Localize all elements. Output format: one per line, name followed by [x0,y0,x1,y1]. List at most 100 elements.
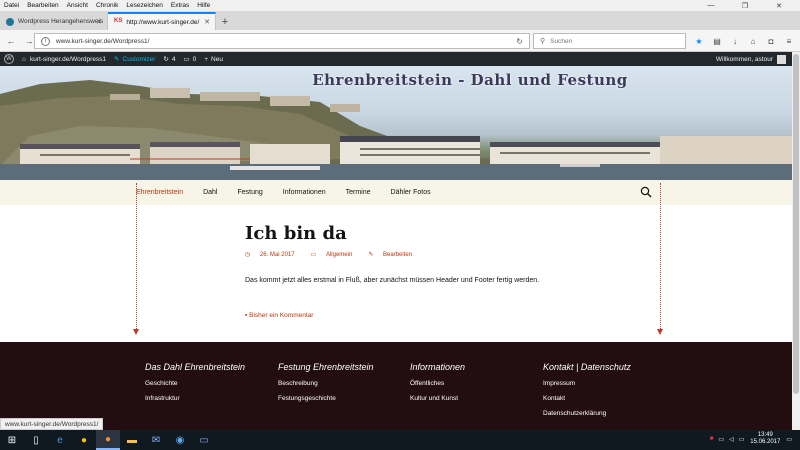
nav-item-festung[interactable]: Festung [238,189,263,196]
post-title[interactable]: Ich bin da [245,223,347,244]
footer-heading: Das Dahl Ehrenbreitstein [145,362,246,372]
tab-kurt-singer[interactable]: KS http://www.kurt-singer.de/ ✕ [108,12,216,30]
clock[interactable]: 13:49 15.06.2017 [750,432,780,446]
chrome-icon[interactable]: ● [72,430,96,450]
wordpress-logo-icon[interactable]: W [4,54,14,64]
file-explorer-icon[interactable]: ▬ [120,430,144,450]
pocket-icon[interactable]: ◘ [762,34,780,48]
app-icon[interactable]: ◉ [168,430,192,450]
footer-link-oeffentliches[interactable]: Öffentliches [410,380,465,387]
comments-link[interactable]: ▭ 0 [183,55,197,64]
comments-count: 0 [192,55,197,63]
new-tab-button[interactable]: + [216,13,234,30]
info-icon[interactable]: i [41,36,50,46]
wordpress-icon [6,17,14,26]
bookmark-star-icon[interactable]: ★ [690,34,708,48]
status-url-tooltip: www.kurt-singer.de/Wordpress1/ [0,418,104,430]
firefox-icon[interactable]: ● [96,430,120,450]
menu-lesezeichen[interactable]: Lesezeichen [126,2,163,9]
scrollbar-thumb[interactable] [793,54,799,394]
menu-datei[interactable]: Datei [4,2,19,9]
folder-icon: ▭ [310,252,318,258]
window-controls: — ❐ ✕ [698,0,800,11]
footer-link-beschreibung[interactable]: Beschreibung [278,380,374,387]
comments-link[interactable]: ▪ Bisher ein Kommentar [245,312,313,319]
updates-link[interactable]: ↻ 4 [163,55,175,64]
annotation-arrow-right [660,183,661,333]
footer-column-kontakt: Kontakt | Datenschutz Impressum Kontakt … [543,362,631,425]
minimize-icon[interactable]: — [698,0,724,11]
site-header[interactable]: Ehrenbreitstein - Dahl und Festung [0,66,792,180]
nav-item-dahler-fotos[interactable]: Dähler Fotos [391,189,431,196]
post-date-link[interactable]: ◷ 26. Mai 2017 [245,251,303,258]
menu-hilfe[interactable]: Hilfe [197,2,210,9]
download-icon[interactable]: ↓ [726,34,744,48]
edit-link[interactable]: ✎ Bearbeiten [368,251,420,258]
post-excerpt: Das kommt jetzt alles erstmal in Fluß, a… [245,277,540,284]
close-tab-icon[interactable]: ✕ [96,18,102,26]
back-icon[interactable]: ← [4,34,18,48]
search-icon[interactable] [640,186,652,198]
maximize-icon[interactable]: ❐ [732,0,758,11]
nav-item-termine[interactable]: Termine [346,189,371,196]
clock-time: 13:49 [757,432,773,438]
new-content-link[interactable]: + Neu [204,56,223,63]
site-name-link[interactable]: ⌂ kurt-singer.de/Wordpress1 [22,56,106,63]
clipboard-icon[interactable]: ▤ [708,34,726,48]
edge-icon[interactable]: e [48,430,72,450]
tab-label: Wordpress Herangehensweis [18,18,104,25]
customizer-link[interactable]: ✎ Customizer [114,55,156,64]
network-icon[interactable]: ▭ [718,436,724,443]
close-tab-icon[interactable]: ✕ [204,18,210,26]
customizer-label: Customizer [122,55,156,63]
windows-start-icon[interactable]: ⊞ [0,430,24,450]
category-link[interactable]: ▭ Allgemein [311,251,361,258]
clock-date: 15.06.2017 [750,439,781,445]
welcome-text: Willkommen, astour [715,55,773,63]
nav-item-dahl[interactable]: Dahl [203,189,217,196]
url-text: www.kurt-singer.de/Wordpress1/ [56,37,150,45]
clock-icon: ◷ [245,252,252,258]
footer-link-infrastruktur[interactable]: Infrastruktur [145,395,245,402]
url-bar[interactable]: i www.kurt-singer.de/Wordpress1/ ↻ [34,33,530,49]
pencil-icon: ✎ [368,252,376,258]
tab-wordpress[interactable]: Wordpress Herangehensweis ✕ [0,13,108,30]
outlook-icon[interactable]: ✉ [144,430,168,450]
menu-chronik[interactable]: Chronik [96,2,118,9]
volume-icon[interactable]: ◁ [729,436,734,443]
footer-link-kontakt[interactable]: Kontakt [543,395,631,402]
home-icon[interactable]: ⌂ [744,34,762,48]
footer-column-festung: Festung Ehrenbreitstein Beschreibung Fes… [278,362,374,410]
post-meta: ◷ 26. Mai 2017 ▭ Allgemein ✎ Bearbeiten [245,251,428,258]
keyboard-icon[interactable]: ▭ [739,436,745,443]
nav-item-ehrenbreitstein[interactable]: Ehrenbreitstein [136,189,183,196]
page-scrollbar[interactable] [792,52,800,430]
footer-link-geschichte[interactable]: Geschichte [145,380,245,387]
account-menu[interactable]: Willkommen, astour [715,54,786,64]
nav-item-informationen[interactable]: Informationen [283,189,326,196]
site-footer: Das Dahl Ehrenbreitstein Geschichte Infr… [0,342,792,430]
menu-ansicht[interactable]: Ansicht [67,2,88,9]
footer-link-kultur[interactable]: Kultur und Kunst [410,395,465,402]
site-title[interactable]: Ehrenbreitstein - Dahl und Festung [0,71,792,89]
annotation-arrow-left [136,183,137,333]
remote-icon[interactable]: ▭ [192,430,216,450]
tray-app-icon[interactable]: ■ [710,436,714,442]
notification-icon[interactable]: ▭ [786,436,792,443]
hamburger-menu-icon[interactable]: ≡ [780,34,798,48]
close-icon[interactable]: ✕ [766,0,792,11]
footer-heading: Kontakt | Datenschutz [543,362,631,372]
footer-link-impressum[interactable]: Impressum [543,380,631,387]
menu-extras[interactable]: Extras [171,2,189,9]
footer-link-datenschutz[interactable]: Datenschutzerklärung [543,410,631,417]
updates-icon: ↻ [163,56,169,63]
menu-bearbeiten[interactable]: Bearbeiten [27,2,58,9]
reload-icon[interactable]: ↻ [516,37,523,46]
arrow-head-right-icon [657,329,663,335]
windows-taskbar: ⊞ ▯ e ● ● ▬ ✉ ◉ ▭ ■ ▭ ◁ ▭ 13:49 15.06.20… [0,430,800,450]
task-view-icon[interactable]: ▯ [24,430,48,450]
footer-link-festungsgeschichte[interactable]: Festungsgeschichte [278,395,374,402]
search-input[interactable]: ⚲ Suchen [533,33,686,49]
plus-icon: + [204,55,209,63]
avatar [777,54,786,64]
